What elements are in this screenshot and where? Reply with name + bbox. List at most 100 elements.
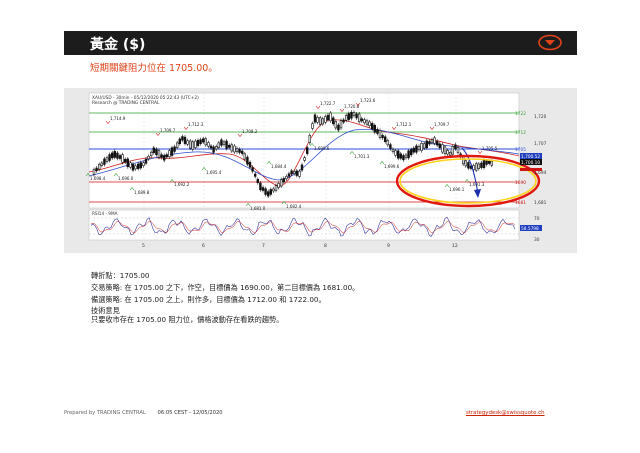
candle-body bbox=[490, 160, 493, 166]
candle-body bbox=[144, 158, 148, 164]
candle-body bbox=[306, 147, 309, 154]
candle-body bbox=[402, 155, 405, 161]
peak-label: 1,705.5 bbox=[482, 146, 498, 151]
page-title: 黃金 ($) bbox=[90, 37, 146, 53]
date-tick: 7 bbox=[262, 243, 265, 249]
trough-label: 1,696.1 bbox=[449, 187, 465, 192]
candle-body bbox=[446, 150, 449, 155]
candle-body bbox=[441, 144, 444, 153]
candle-body bbox=[92, 169, 96, 175]
candle-body bbox=[215, 146, 218, 150]
candle-body bbox=[482, 160, 486, 168]
date-tick: 8 bbox=[324, 243, 327, 249]
candle-body bbox=[147, 156, 150, 160]
candle-body bbox=[454, 144, 457, 150]
candle-body bbox=[97, 164, 101, 170]
candle-body bbox=[256, 179, 259, 184]
candle-body bbox=[386, 140, 389, 146]
candle-body bbox=[396, 150, 400, 159]
candle-body bbox=[433, 137, 436, 144]
candle-body bbox=[342, 119, 345, 123]
date-tick: 12 bbox=[452, 243, 458, 249]
candle-body bbox=[311, 123, 314, 129]
candle-body bbox=[202, 138, 205, 143]
candle-body bbox=[280, 179, 283, 187]
rsi-tick-30: 30 bbox=[534, 237, 540, 243]
candle-body bbox=[404, 154, 408, 159]
candle-body bbox=[196, 140, 200, 146]
trough-label: 1,684.4 bbox=[271, 164, 287, 169]
candle-body bbox=[344, 115, 348, 121]
trough-label: 1,699.6 bbox=[314, 146, 330, 151]
candle-body bbox=[209, 145, 213, 149]
candle-body bbox=[352, 112, 356, 116]
candle-body bbox=[464, 160, 467, 167]
candle-body bbox=[339, 120, 343, 129]
candle-body bbox=[189, 140, 192, 149]
candle-body bbox=[422, 143, 426, 149]
candle-body bbox=[110, 152, 114, 159]
candle-body bbox=[430, 139, 434, 143]
candle-body bbox=[293, 171, 296, 174]
candle-body bbox=[456, 147, 460, 153]
candle-body bbox=[178, 138, 182, 144]
candle-body bbox=[108, 154, 111, 161]
candle-body bbox=[176, 142, 179, 148]
candle-body bbox=[378, 130, 382, 138]
alternative-line: 備選策略: 在 1705.00 之上，則作多，目標價為 1712.00 和 17… bbox=[91, 295, 326, 304]
candle-body bbox=[103, 158, 106, 165]
candle-body bbox=[303, 157, 306, 161]
candle-body bbox=[243, 153, 246, 160]
candle-body bbox=[409, 149, 413, 156]
prepared-by: Prepared by TRADING CENTRAL bbox=[64, 410, 146, 416]
candle-body bbox=[420, 142, 423, 151]
candle-body bbox=[290, 170, 293, 175]
title-banner: 黃金 ($) bbox=[64, 31, 577, 55]
candle-body bbox=[259, 182, 262, 191]
peak-label: 1,714.9 bbox=[110, 116, 126, 121]
candle-body bbox=[324, 116, 327, 123]
candle-body bbox=[163, 155, 166, 161]
peak-label: 1,708.2 bbox=[242, 129, 258, 134]
candle-body bbox=[121, 154, 124, 163]
peak-label: 1,709.7 bbox=[434, 122, 450, 127]
candle-body bbox=[321, 118, 324, 125]
candle-body bbox=[381, 135, 384, 139]
candle-body bbox=[233, 145, 236, 153]
footer-email-link[interactable]: strategydesk@swissquote.ch bbox=[466, 410, 545, 416]
candle-body bbox=[467, 162, 470, 169]
date-tick: 6 bbox=[202, 243, 205, 249]
candle-body bbox=[319, 117, 322, 125]
candle-body bbox=[285, 176, 288, 180]
candle-body bbox=[220, 139, 223, 146]
candle-body bbox=[248, 162, 252, 168]
candle-body bbox=[391, 149, 395, 152]
pivot-line: 轉折點：1705.00 bbox=[91, 271, 150, 280]
candle-body bbox=[181, 136, 184, 141]
chevron-down-circle-icon[interactable] bbox=[537, 34, 563, 51]
candle-body bbox=[131, 163, 135, 171]
level-label-1705: 1705 bbox=[515, 147, 526, 153]
candle-body bbox=[428, 141, 431, 145]
rsi-label: RSI14 - 9MA bbox=[92, 211, 118, 216]
candle-body bbox=[365, 120, 369, 125]
candle-body bbox=[337, 124, 340, 131]
candle-body bbox=[261, 187, 265, 191]
trough-label: 1,682.4 bbox=[286, 204, 302, 209]
headline: 短期關鍵阻力位在 1705.00。 bbox=[90, 63, 218, 74]
candle-body bbox=[152, 147, 156, 153]
trough-label: 1,701.3 bbox=[354, 154, 370, 159]
candle-body bbox=[241, 150, 244, 154]
candle-body bbox=[480, 162, 483, 168]
candle-body bbox=[415, 145, 418, 153]
candle-body bbox=[113, 151, 117, 158]
trough-label: 1,698.4 bbox=[90, 176, 106, 181]
candle-body bbox=[139, 162, 143, 169]
candle-body bbox=[334, 121, 337, 129]
peak-label: 1,712.3 bbox=[188, 122, 204, 127]
price-tick: 1,707 bbox=[534, 141, 547, 147]
candle-body bbox=[142, 162, 145, 167]
date-tick: 5 bbox=[142, 243, 145, 249]
candle-body bbox=[313, 114, 317, 123]
candle-body bbox=[326, 114, 330, 121]
